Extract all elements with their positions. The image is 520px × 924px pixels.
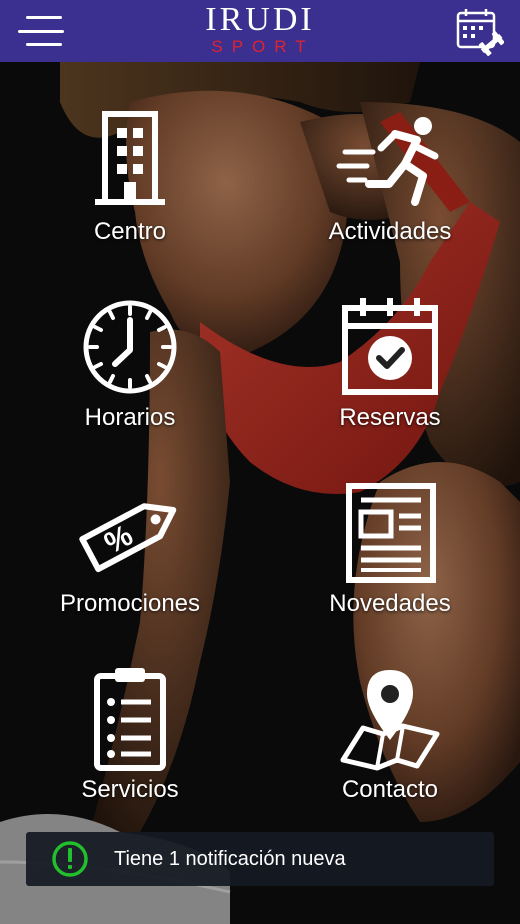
logo-sub-text: SPORT (211, 37, 315, 56)
notification-text: Tiene 1 notificación nueva (114, 847, 346, 870)
menu-label-horarios: Horarios (84, 404, 176, 431)
menu-label-novedades: Novedades (329, 590, 451, 617)
hamburger-menu-icon[interactable] (18, 10, 66, 52)
map-pin-icon (340, 670, 440, 771)
logo-main-text: IRUDI (205, 1, 315, 38)
menu-item-centro[interactable]: Centro (30, 106, 230, 276)
app-header: IRUDI SPORT (0, 0, 520, 62)
menu-item-servicios[interactable]: Servicios (30, 664, 230, 834)
menu-label-promociones: Promociones (59, 590, 201, 617)
menu-label-reservas: Reservas (339, 404, 441, 431)
exclamation-circle-icon (52, 841, 88, 877)
calendar-fitness-icon[interactable] (454, 6, 504, 56)
discount-tag-icon: % (79, 503, 177, 573)
main-menu-grid: Centro Actividades Horarios Reservas % P… (0, 62, 520, 852)
menu-label-centro: Centro (93, 218, 167, 245)
menu-label-actividades: Actividades (328, 218, 452, 245)
notification-bar[interactable]: Tiene 1 notificación nueva (26, 832, 494, 886)
app-logo: IRUDI SPORT (205, 2, 314, 56)
menu-item-contacto[interactable]: Contacto (290, 664, 490, 834)
menu-item-horarios[interactable]: Horarios (30, 292, 230, 462)
menu-label-contacto: Contacto (341, 776, 439, 803)
newspaper-icon (346, 483, 436, 583)
running-man-icon (336, 117, 439, 206)
menu-item-promociones[interactable]: % Promociones (30, 478, 230, 648)
clipboard-list-icon (94, 668, 166, 771)
menu-item-actividades[interactable]: Actividades (290, 106, 490, 276)
clock-icon (83, 300, 177, 394)
building-icon (95, 111, 165, 205)
calendar-check-icon (342, 298, 438, 395)
menu-item-novedades[interactable]: Novedades (290, 478, 490, 648)
menu-item-reservas[interactable]: Reservas (290, 292, 490, 462)
menu-label-servicios: Servicios (81, 776, 179, 803)
